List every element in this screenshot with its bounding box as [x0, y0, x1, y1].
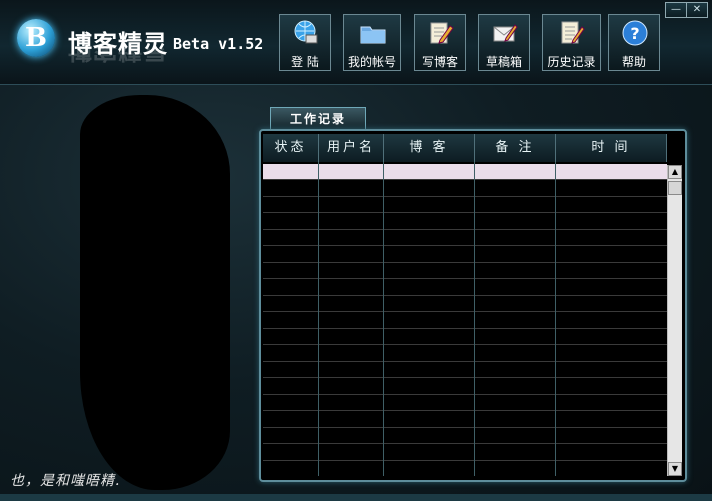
scroll-up-icon[interactable]: ▲ [668, 165, 682, 179]
tab-work-log[interactable]: 工作记录 [270, 107, 366, 129]
table-row[interactable] [263, 445, 667, 461]
table-row[interactable] [263, 214, 667, 230]
column-divider [555, 162, 556, 476]
write-blog-label: 写博客 [421, 55, 458, 69]
minimize-button[interactable]: — [665, 2, 687, 18]
drafts-label: 草稿箱 [485, 55, 522, 69]
table-row[interactable] [263, 329, 667, 345]
table-row[interactable] [263, 395, 667, 411]
column-header-note[interactable]: 备 注 [475, 134, 556, 162]
table-row[interactable] [263, 263, 667, 279]
table-row[interactable] [263, 412, 667, 428]
window-bottom-edge [0, 494, 712, 501]
vertical-scrollbar[interactable]: ▲ ▼ [667, 165, 682, 476]
drafts-button[interactable]: 草稿箱 [478, 14, 530, 71]
my-account-label: 我的帐号 [347, 55, 396, 69]
table-row[interactable] [263, 313, 667, 329]
column-header-blog[interactable]: 博 客 [384, 134, 475, 162]
background-art [80, 95, 230, 490]
status-text: 也，是和嗤晤精. [10, 473, 121, 489]
globe-computer-icon [294, 20, 318, 44]
table-row[interactable] [263, 164, 667, 180]
table-row[interactable] [263, 181, 667, 197]
table-row[interactable] [263, 230, 667, 246]
table-row[interactable] [263, 461, 667, 476]
app-logo: B [17, 19, 55, 57]
close-button[interactable]: ✕ [686, 2, 708, 18]
column-divider [474, 162, 475, 476]
my-account-button[interactable]: 我的帐号 [343, 14, 401, 71]
column-header-username[interactable]: 用户名 [319, 134, 384, 162]
app-window: B 博客精灵 博客精灵 Beta v1.52 — ✕ 登 陆 我的帐号 写博客 … [0, 0, 712, 501]
table-row[interactable] [263, 428, 667, 444]
table-row[interactable] [263, 346, 667, 362]
table-row[interactable] [263, 362, 667, 378]
app-title-reflection: 博客精灵 [68, 48, 168, 64]
column-header-time[interactable]: 时 间 [556, 134, 667, 162]
login-button[interactable]: 登 陆 [279, 14, 331, 71]
header-bar: B 博客精灵 博客精灵 Beta v1.52 — ✕ 登 陆 我的帐号 写博客 … [0, 0, 712, 85]
help-icon: ? [622, 20, 648, 46]
notepad-pencil-icon [430, 22, 454, 44]
login-label: 登 陆 [291, 55, 319, 69]
help-button[interactable]: ? 帮助 [608, 14, 660, 71]
column-divider [383, 162, 384, 476]
column-divider [318, 162, 319, 476]
notebook-pencil-icon [561, 21, 585, 44]
table-row[interactable] [263, 247, 667, 263]
table-row[interactable] [263, 280, 667, 296]
history-button[interactable]: 历史记录 [542, 14, 601, 71]
folder-icon [360, 26, 386, 44]
scroll-thumb[interactable] [668, 181, 682, 195]
work-log-table: 状态 用户名 博 客 备 注 时 间 [263, 134, 667, 476]
write-blog-button[interactable]: 写博客 [414, 14, 466, 71]
help-label: 帮助 [621, 55, 646, 69]
envelope-pencil-icon [493, 24, 518, 42]
svg-text:?: ? [630, 24, 639, 43]
table-row[interactable] [263, 296, 667, 312]
history-label: 历史记录 [547, 55, 596, 69]
app-version: Beta v1.52 [173, 35, 264, 53]
scroll-down-icon[interactable]: ▼ [668, 462, 682, 476]
column-header-status[interactable]: 状态 [263, 134, 319, 162]
table-row[interactable] [263, 197, 667, 213]
table-row[interactable] [263, 379, 667, 395]
